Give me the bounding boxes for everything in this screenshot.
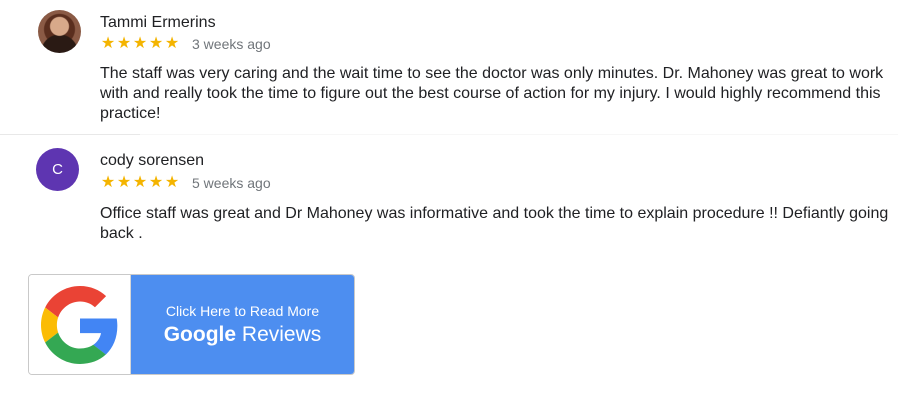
star-icon: ★ (116, 35, 132, 52)
review-time: 3 weeks ago (192, 36, 271, 52)
review-text: Office staff was great and Dr Mahoney wa… (100, 205, 889, 242)
button-line2: Google Reviews (164, 323, 322, 347)
star-icon: ★ (100, 35, 116, 52)
star-rating: ★ ★ ★ ★ ★ (100, 36, 180, 52)
divider (0, 134, 898, 135)
star-icon: ★ (132, 174, 148, 191)
button-line1: Click Here to Read More (165, 302, 320, 319)
review-meta: ★ ★ ★ ★ ★ 5 weeks ago (100, 175, 271, 192)
avatar-letter: C (52, 161, 63, 178)
google-g-logo-icon (29, 275, 131, 374)
star-icon: ★ (148, 35, 164, 52)
star-icon: ★ (148, 174, 164, 191)
read-more-google-reviews-button[interactable]: Click Here to Read More Google Reviews (28, 274, 355, 375)
avatar[interactable] (38, 10, 81, 53)
star-icon: ★ (132, 35, 148, 52)
reviewer-name[interactable]: cody sorensen (100, 152, 204, 170)
review-time: 5 weeks ago (192, 175, 271, 191)
reviewer-name[interactable]: Tammi Ermerins (100, 14, 216, 32)
star-rating: ★ ★ ★ ★ ★ (100, 175, 180, 191)
google-brand-text: Google (163, 322, 237, 346)
star-icon: ★ (100, 174, 116, 191)
review-text: The staff was very caring and the wait t… (100, 65, 884, 122)
reviews-text: Reviews (241, 322, 322, 346)
star-icon: ★ (116, 174, 132, 191)
star-icon: ★ (164, 35, 180, 52)
review-meta: ★ ★ ★ ★ ★ 3 weeks ago (100, 36, 271, 53)
star-icon: ★ (164, 174, 180, 191)
button-label: Click Here to Read More Google Reviews (131, 275, 354, 374)
avatar[interactable]: C (36, 148, 79, 191)
